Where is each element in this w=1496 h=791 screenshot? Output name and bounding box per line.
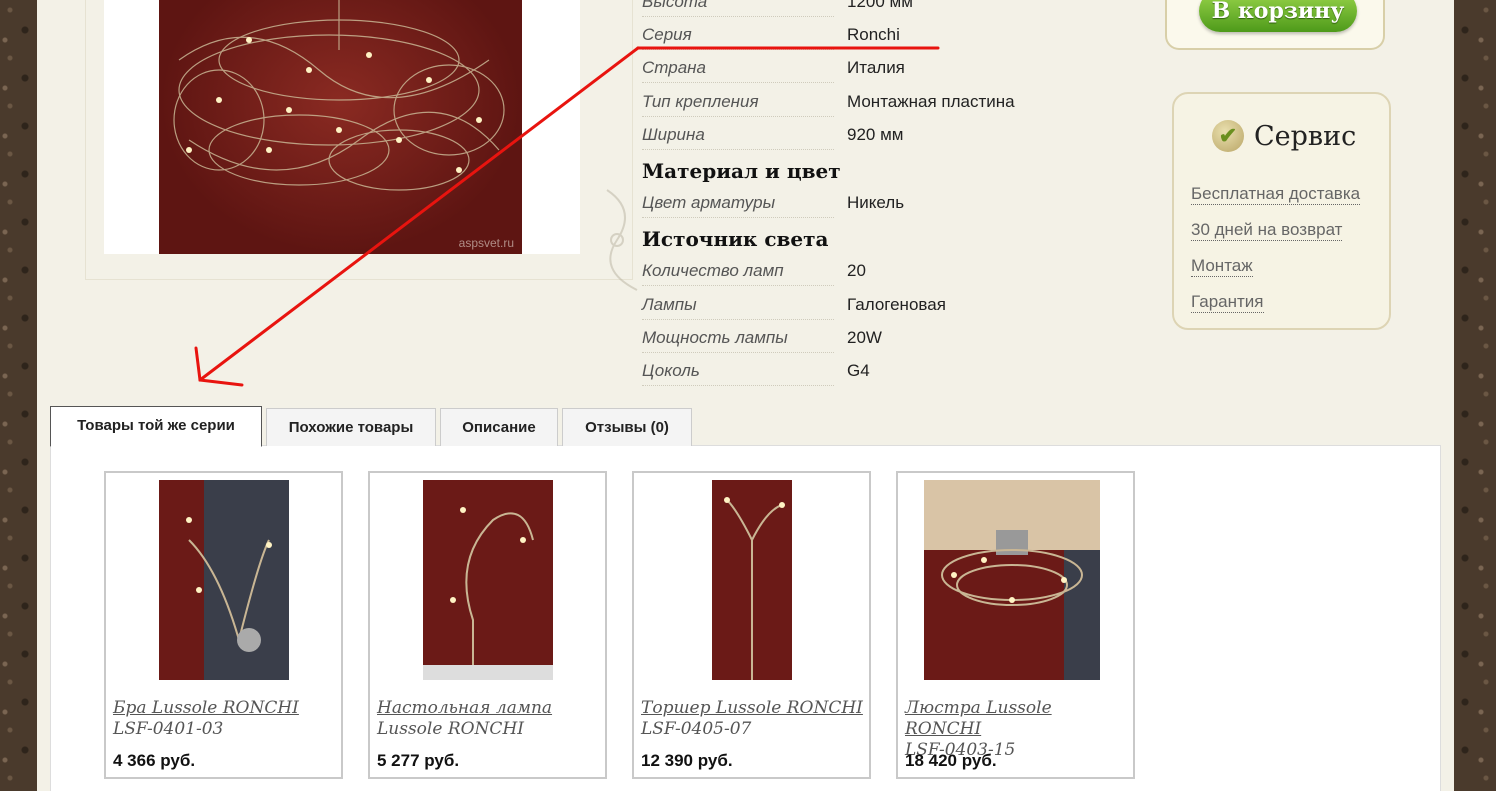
spec-row-socket: Цоколь G4 [642, 361, 1042, 389]
spec-value: G4 [847, 361, 870, 380]
tab-same-series[interactable]: Товары той же серии [50, 406, 262, 447]
add-to-cart-button[interactable]: В корзину [1199, 0, 1357, 32]
spec-row-lamp-count: Количество ламп 20 [642, 261, 1042, 289]
spec-value: Ronchi [847, 25, 900, 44]
page: aspsvet.ru Высота 1200 мм Серия Ronchi С… [37, 0, 1454, 791]
spec-row-frame-color: Цвет арматуры Никель [642, 193, 1042, 221]
cart-box: В корзину [1165, 0, 1385, 50]
spec-label: Мощность лампы [642, 328, 834, 353]
spec-value: 1200 мм [847, 0, 913, 11]
product-image-chandelier [924, 480, 1100, 680]
service-title: ✔ Сервис [1212, 120, 1356, 152]
product-title-line2: LSF-0401-03 [113, 719, 224, 739]
product-title[interactable]: Торшер Lussole RONCHI LSF-0405-07 [641, 698, 866, 740]
spec-label: Цвет арматуры [642, 193, 834, 218]
product-title-line1[interactable]: Торшер Lussole RONCHI [641, 698, 863, 718]
service-title-text: Сервис [1254, 120, 1357, 152]
spec-label: Высота [642, 0, 834, 17]
product-title-line1[interactable]: Бра Lussole RONCHI [113, 698, 299, 718]
service-link-returns[interactable]: 30 дней на возврат [1191, 220, 1343, 241]
spec-row-country: Страна Италия [642, 58, 1042, 86]
spec-value: Монтажная пластина [847, 92, 1015, 111]
product-title-line2: Lussole RONCHI [377, 719, 524, 739]
spec-heading-material: Материал и цвет [642, 159, 841, 183]
spec-label: Серия [642, 25, 834, 50]
spec-label: Цоколь [642, 361, 834, 386]
photo-watermark: aspsvet.ru [458, 236, 514, 250]
product-title[interactable]: Бра Lussole RONCHI LSF-0401-03 [113, 698, 338, 740]
spec-label: Тип крепления [642, 92, 834, 117]
spec-row-mount: Тип крепления Монтажная пластина [642, 92, 1042, 120]
product-card[interactable]: Торшер Lussole RONCHI LSF-0405-07 12 390… [632, 471, 871, 779]
product-card[interactable]: Настольная лампа Lussole RONCHI 5 277 ру… [368, 471, 607, 779]
spec-label: Лампы [642, 295, 834, 320]
spec-value: Италия [847, 58, 905, 77]
service-link-warranty[interactable]: Гарантия [1191, 292, 1264, 313]
tab-panel: Бра Lussole RONCHI LSF-0401-03 4 366 руб… [50, 445, 1441, 791]
product-image-floor-lamp [712, 480, 792, 680]
spec-row-width: Ширина 920 мм [642, 125, 1042, 153]
product-price: 12 390 руб. [641, 751, 733, 770]
service-link-delivery[interactable]: Бесплатная доставка [1191, 184, 1361, 205]
spec-row-power: Мощность лампы 20W [642, 328, 1042, 356]
product-title-line1[interactable]: Настольная лампа [377, 698, 552, 718]
spec-label: Страна [642, 58, 834, 83]
spec-label: Количество ламп [642, 261, 834, 286]
spec-value: Никель [847, 193, 905, 212]
spec-heading-light: Источник света [642, 227, 829, 251]
product-card[interactable]: Люстра Lussole RONCHI LSF-0403-15 18 420… [896, 471, 1135, 779]
service-box: ✔ Сервис Бесплатная доставка 30 дней на … [1172, 92, 1391, 330]
spec-row-series: Серия Ronchi [642, 25, 1042, 53]
product-price: 5 277 руб. [377, 751, 460, 770]
spec-value: Галогеновая [847, 295, 946, 314]
product-price: 18 420 руб. [905, 751, 997, 770]
product-price: 4 366 руб. [113, 751, 196, 770]
tab-similar[interactable]: Похожие товары [266, 408, 436, 446]
product-title-line2: LSF-0405-07 [641, 719, 752, 739]
spec-row-height: Высота 1200 мм [642, 0, 1042, 20]
spec-value: 20W [847, 328, 882, 347]
tab-description[interactable]: Описание [440, 408, 558, 446]
product-photo[interactable]: aspsvet.ru [104, 0, 580, 254]
product-image-sconce [159, 480, 289, 680]
tab-reviews[interactable]: Отзывы (0) [562, 408, 692, 446]
check-icon: ✔ [1212, 120, 1244, 152]
spec-value: 20 [847, 261, 866, 280]
product-card[interactable]: Бра Lussole RONCHI LSF-0401-03 4 366 руб… [104, 471, 343, 779]
product-image-table-lamp [423, 480, 553, 680]
product-title-line1[interactable]: Люстра Lussole RONCHI [905, 698, 1052, 739]
spec-row-lamps: Лампы Галогеновая [642, 295, 1042, 323]
service-link-installation[interactable]: Монтаж [1191, 256, 1253, 277]
product-photo-image: aspsvet.ru [159, 0, 522, 254]
spec-label: Ширина [642, 125, 834, 150]
spec-value: 920 мм [847, 125, 904, 144]
product-title[interactable]: Настольная лампа Lussole RONCHI [377, 698, 602, 740]
